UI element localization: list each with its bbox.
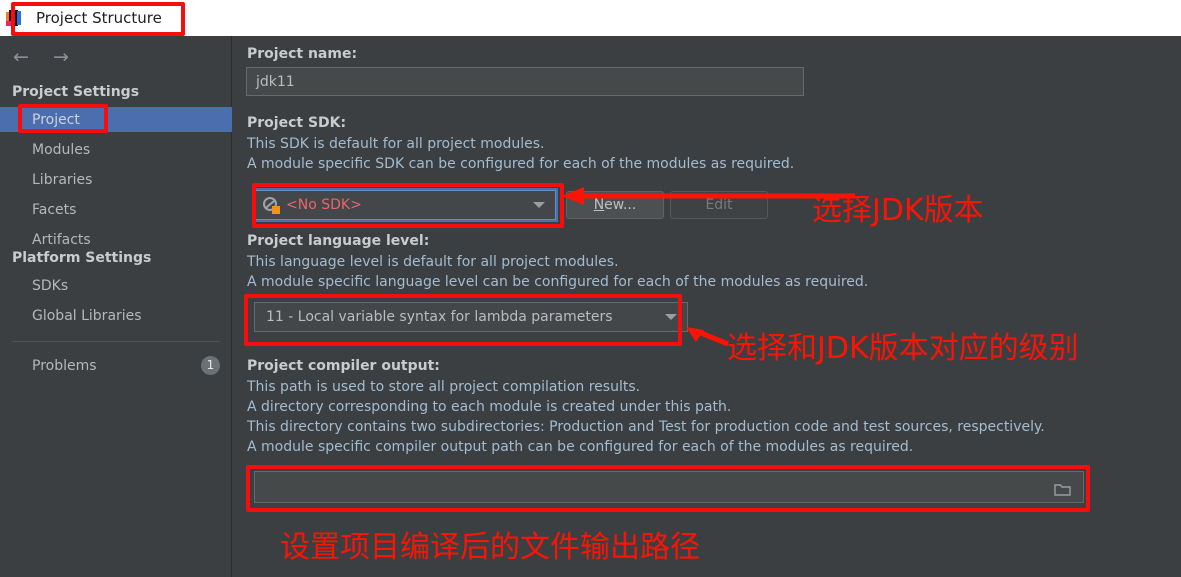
- sidebar-item-libraries[interactable]: Libraries: [0, 167, 232, 192]
- sidebar-item-label: Modules: [32, 141, 91, 158]
- sidebar-item-artifacts[interactable]: Artifacts: [0, 227, 232, 252]
- sidebar-item-problems[interactable]: Problems 1: [0, 353, 232, 378]
- project-name-input[interactable]: jdk11: [246, 67, 804, 96]
- sidebar-item-label: Global Libraries: [32, 307, 142, 324]
- compiler-output-desc-4: A module specific compiler output path c…: [247, 439, 914, 455]
- sidebar-item-label: Problems: [32, 357, 97, 374]
- sidebar-item-label: Artifacts: [32, 231, 91, 248]
- project-name-label: Project name:: [247, 46, 358, 62]
- navigation-arrows: ← →: [10, 46, 72, 68]
- annotation-text-language-level: 选择和JDK版本对应的级别: [727, 331, 1079, 366]
- annotation-text-compiler-output: 设置项目编译后的文件输出路径: [280, 530, 700, 565]
- compiler-output-label: Project compiler output:: [247, 358, 440, 374]
- sidebar-item-modules[interactable]: Modules: [0, 137, 232, 162]
- project-sdk-desc-2: A module specific SDK can be configured …: [247, 156, 795, 172]
- intellij-idea-icon: [6, 10, 22, 26]
- compiler-output-desc-1: This path is used to store all project c…: [247, 379, 641, 395]
- project-settings-panel: Project name: jdk11 Project SDK: This SD…: [233, 36, 1181, 577]
- sdk-warning-icon: [263, 197, 280, 214]
- back-arrow-icon[interactable]: ←: [10, 46, 32, 68]
- project-sdk-label: Project SDK:: [247, 115, 347, 131]
- chevron-down-icon[interactable]: [665, 314, 677, 320]
- project-name-value: jdk11: [256, 73, 295, 90]
- sidebar-item-global-libraries[interactable]: Global Libraries: [0, 303, 232, 328]
- project-sdk-combo[interactable]: <No SDK>: [252, 188, 558, 222]
- project-sdk-value: <No SDK>: [286, 197, 362, 213]
- sidebar-item-sdks[interactable]: SDKs: [0, 273, 232, 298]
- language-level-desc-2: A module specific language level can be …: [247, 274, 869, 290]
- annotation-text-jdk-version: 选择JDK版本: [812, 193, 984, 228]
- compiler-output-desc-2: A directory corresponding to each module…: [247, 399, 732, 415]
- sidebar-item-facets[interactable]: Facets: [0, 197, 232, 222]
- problems-count-badge: 1: [201, 356, 220, 375]
- sidebar-group-project-settings: Project Settings: [12, 84, 140, 100]
- project-sdk-desc-1: This SDK is default for all project modu…: [247, 136, 545, 152]
- sidebar-item-label: SDKs: [32, 277, 69, 294]
- compiler-output-input[interactable]: [254, 471, 1084, 503]
- chevron-down-icon[interactable]: [533, 202, 545, 208]
- language-level-combo[interactable]: 11 - Local variable syntax for lambda pa…: [254, 302, 688, 332]
- sidebar-item-label: Libraries: [32, 171, 93, 188]
- window-title-bar: Project Structure: [0, 0, 1181, 36]
- sidebar-item-project[interactable]: Project: [0, 107, 232, 132]
- sidebar-item-label: Project: [32, 111, 80, 128]
- settings-sidebar: ← → Project Settings Project Modules Lib…: [0, 36, 232, 577]
- sidebar-item-label: Facets: [32, 201, 77, 218]
- sidebar-divider: [12, 341, 220, 342]
- language-level-desc-1: This language level is default for all p…: [247, 254, 619, 270]
- folder-icon[interactable]: [1054, 481, 1071, 496]
- sidebar-group-platform-settings: Platform Settings: [12, 250, 152, 266]
- window-title: Project Structure: [36, 9, 162, 27]
- language-level-label: Project language level:: [247, 233, 430, 249]
- forward-arrow-icon[interactable]: →: [50, 46, 72, 68]
- compiler-output-desc-3: This directory contains two subdirectori…: [247, 419, 1045, 435]
- language-level-value: 11 - Local variable syntax for lambda pa…: [266, 309, 613, 325]
